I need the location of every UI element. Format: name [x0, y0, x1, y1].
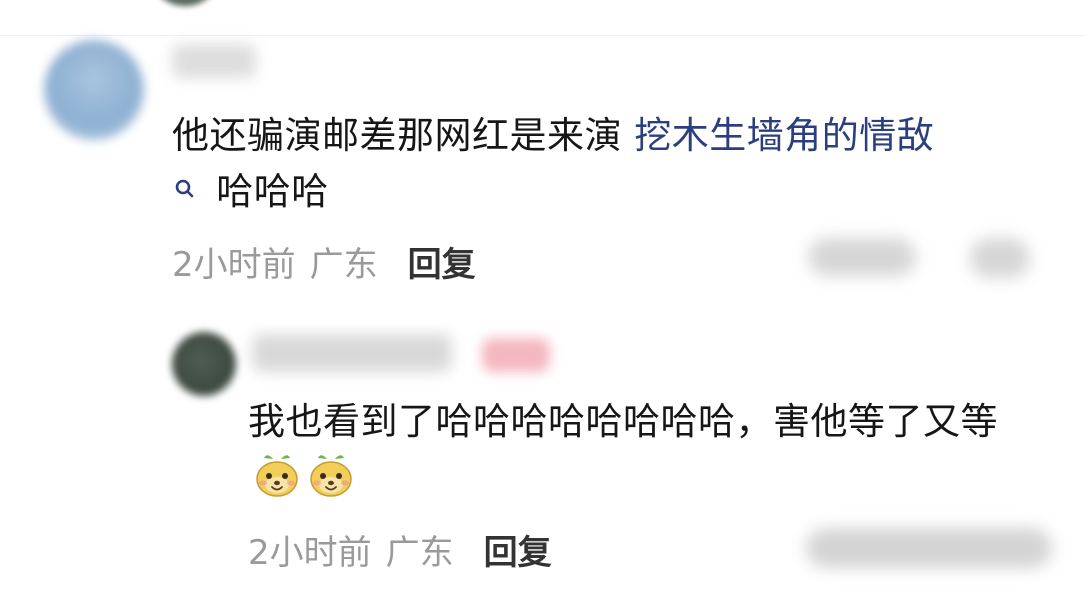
comment-divider: [0, 35, 1084, 36]
reply-actions-blurred[interactable]: [806, 528, 1052, 568]
author-badge-blurred: [482, 338, 550, 372]
previous-comment-avatar: [150, 0, 220, 6]
reply-text-content: 我也看到了哈哈哈哈哈哈哈哈，害他等了又等: [248, 400, 998, 443]
reply-text: 我也看到了哈哈哈哈哈哈哈哈，害他等了又等: [248, 394, 1048, 506]
comment-text: 他还骗演邮差那网红是来演 挖木生墙角的情敌 哈哈哈: [172, 108, 1052, 220]
reply-button[interactable]: 回复: [408, 237, 476, 286]
search-icon: [175, 179, 194, 198]
comment-text-tail: 哈哈哈: [216, 170, 329, 213]
reply-location: 广东: [385, 532, 454, 573]
comment-time: 2小时前: [172, 244, 296, 285]
smiling-face-emoji: [256, 455, 298, 497]
commenter-name-blurred[interactable]: [172, 44, 256, 78]
reply-time: 2小时前: [248, 532, 372, 573]
comment-meta: 2小时前 广东 回复: [172, 236, 476, 286]
comment-text-main: 他还骗演邮差那网红是来演: [172, 114, 622, 157]
reply-avatar[interactable]: [172, 332, 236, 396]
reply-reply-button[interactable]: 回复: [484, 525, 552, 574]
reply-name-blurred[interactable]: [252, 334, 452, 372]
comment-actions-blurred[interactable]: [808, 238, 916, 276]
search-link-text[interactable]: 挖木生墙角的情敌: [634, 114, 934, 157]
reply-meta: 2小时前 广东 回复: [248, 524, 552, 574]
comment-location: 广东: [309, 244, 378, 285]
commenter-avatar[interactable]: [44, 40, 144, 140]
like-button-blurred[interactable]: [970, 238, 1030, 278]
smiling-face-emoji: [310, 455, 352, 497]
